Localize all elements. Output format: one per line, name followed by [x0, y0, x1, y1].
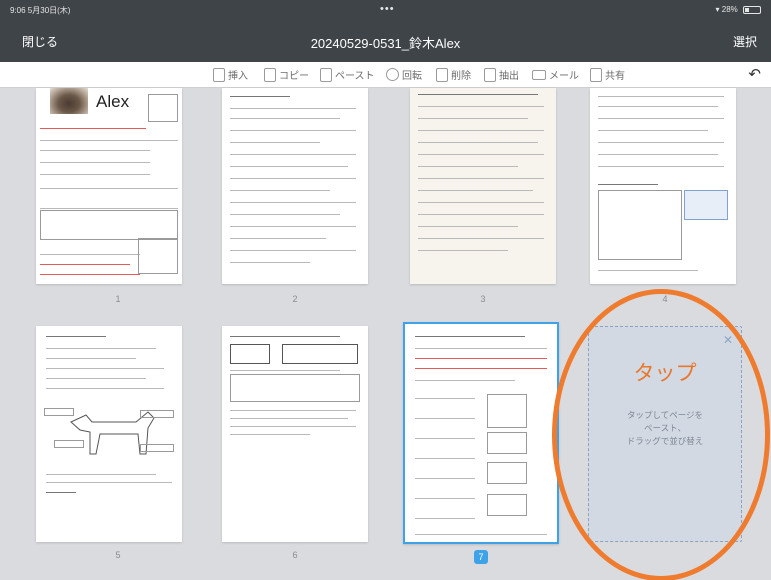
- text-area: [230, 374, 360, 402]
- extract-icon: [484, 67, 496, 82]
- page-number: 5: [115, 550, 121, 560]
- paste-drop-zone[interactable]: ✕ タップ タップしてページを ペースト、 ドラッグで並び替え: [588, 326, 742, 542]
- page-thumbnail-1[interactable]: Alex: [36, 88, 182, 284]
- form-box: [148, 94, 178, 122]
- page-toolbar: 挿入 コピー ペースト 回転 削除 抽出 メール 共有 ↶: [0, 62, 771, 88]
- form-box: [487, 394, 527, 428]
- page-thumbnail-5[interactable]: [36, 326, 182, 542]
- insert-icon: [213, 67, 225, 82]
- page-number: 6: [292, 550, 298, 560]
- photo-portrait: [50, 88, 88, 114]
- page-number-selected: 7: [474, 550, 488, 564]
- paste-button[interactable]: ペースト: [320, 67, 375, 82]
- copy-label: コピー: [279, 71, 309, 82]
- page-thumbnail-2[interactable]: [222, 88, 368, 284]
- paste-icon: [320, 67, 332, 82]
- page-thumbnail-3[interactable]: [410, 88, 556, 284]
- form-box: [138, 238, 178, 274]
- form-table: [40, 210, 178, 240]
- page-thumbnail-4[interactable]: [590, 88, 736, 284]
- delete-button[interactable]: 削除: [436, 67, 471, 82]
- form-box: [684, 190, 728, 220]
- extract-button[interactable]: 抽出: [484, 67, 519, 82]
- share-icon: [590, 67, 602, 82]
- page-heading: Alex: [96, 92, 130, 111]
- share-button[interactable]: 共有: [590, 67, 625, 82]
- mail-button[interactable]: メール: [532, 67, 579, 82]
- drop-zone-title: タップ: [633, 362, 697, 385]
- label-box: [140, 410, 174, 418]
- status-time: 9:06 5月30日(木): [10, 6, 71, 15]
- page-number: 2: [292, 294, 298, 304]
- drop-zone-text: タップしてページを ペースト、 ドラッグで並び替え: [626, 410, 704, 446]
- insert-label: 挿入: [228, 71, 248, 82]
- form-box: [487, 432, 527, 454]
- mail-label: メール: [549, 71, 579, 82]
- form-box: [487, 462, 527, 484]
- top-bar: 9:06 5月30日(木) ••• ▾ 28% 閉じる 20240529-053…: [0, 0, 771, 62]
- extract-label: 抽出: [499, 71, 519, 82]
- page-number: 3: [480, 294, 486, 304]
- page-number: 1: [115, 294, 121, 304]
- rotate-button[interactable]: 回転: [386, 67, 422, 82]
- battery-icon: [743, 5, 761, 14]
- rotate-label: 回転: [402, 71, 422, 82]
- form-box: [487, 494, 527, 516]
- form-box: [282, 344, 358, 364]
- app-frame: 9:06 5月30日(木) ••• ▾ 28% 閉じる 20240529-053…: [0, 0, 771, 580]
- share-label: 共有: [605, 71, 625, 82]
- close-icon[interactable]: ✕: [723, 333, 733, 347]
- multitask-dots[interactable]: •••: [380, 3, 395, 15]
- rotate-icon: [386, 68, 399, 81]
- insert-button[interactable]: 挿入: [213, 67, 248, 82]
- mail-icon: [532, 69, 546, 80]
- trash-icon: [436, 67, 448, 82]
- battery-percent: 28%: [721, 5, 738, 14]
- delete-label: 削除: [451, 71, 471, 82]
- copy-icon: [264, 67, 276, 82]
- wifi-icon: ▾: [715, 5, 720, 14]
- page-thumbnail-6[interactable]: [222, 326, 368, 542]
- document-title: 20240529-0531_鈴木Alex: [310, 36, 461, 51]
- select-button[interactable]: 選択: [733, 33, 757, 50]
- label-box: [140, 444, 174, 452]
- copy-button[interactable]: コピー: [264, 67, 309, 82]
- label-box: [54, 440, 84, 448]
- status-bar: 9:06 5月30日(木) ••• ▾ 28%: [10, 3, 761, 17]
- undo-icon[interactable]: ↶: [748, 65, 761, 83]
- form-table: [598, 190, 682, 260]
- page-number: 4: [662, 294, 668, 304]
- page-thumbnail-7[interactable]: [403, 322, 559, 544]
- form-box: [230, 344, 270, 364]
- paste-label: ペースト: [335, 71, 375, 82]
- status-right: ▾ 28%: [715, 5, 761, 14]
- label-box: [44, 408, 74, 416]
